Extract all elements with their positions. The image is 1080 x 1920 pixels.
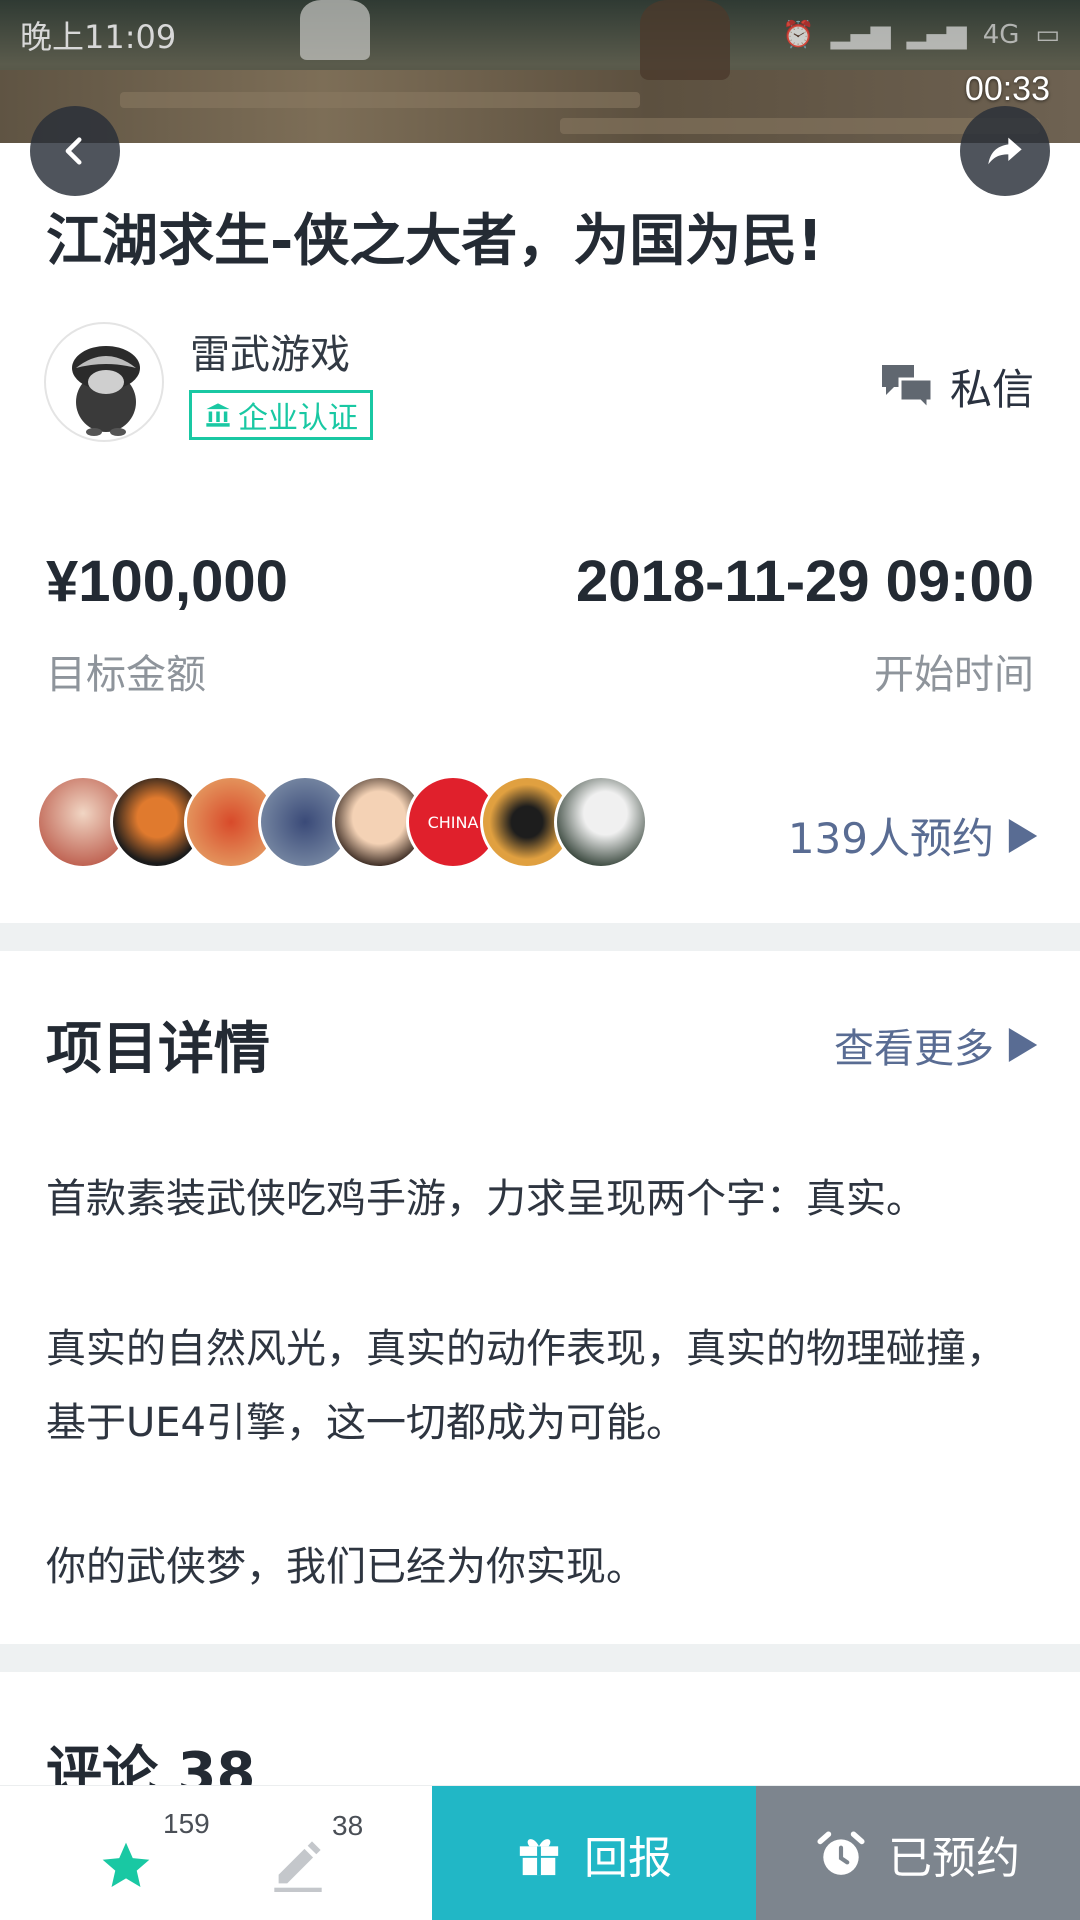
- alarm-status-icon: ⏰: [782, 20, 815, 50]
- signal-icon: ▂▄▆: [830, 20, 891, 50]
- network-type: 4G: [982, 20, 1020, 50]
- reservation-count: 139人预约: [787, 814, 994, 863]
- play-triangle-icon: [1008, 818, 1038, 853]
- reward-button[interactable]: 回报: [432, 1786, 756, 1920]
- alarm-clock-icon: [817, 1831, 865, 1875]
- author-avatar[interactable]: [44, 322, 164, 442]
- message-icon: [881, 364, 934, 411]
- bottom-icon-group: 159 38: [0, 1786, 432, 1920]
- favorite-count: 159: [163, 1808, 210, 1839]
- section-divider: [0, 1644, 1080, 1672]
- battery-icon: ▭: [1035, 20, 1060, 50]
- back-icon: [65, 137, 82, 165]
- verified-label: 企业认证: [238, 401, 358, 436]
- bottom-action-bar: 159 38 回报 已预约: [0, 1785, 1080, 1920]
- see-more-link[interactable]: 查看更多: [834, 1016, 1038, 1074]
- details-paragraph: 你的武侠梦，我们已经为你实现。: [46, 1544, 646, 1590]
- target-amount-label: 目标金额: [46, 652, 206, 698]
- share-button[interactable]: [960, 106, 1050, 196]
- back-button[interactable]: [30, 106, 120, 196]
- share-icon: [988, 137, 1022, 165]
- see-more-label: 查看更多: [834, 1026, 994, 1072]
- bank-icon: [206, 403, 230, 427]
- reward-label: 回报: [584, 1832, 672, 1884]
- comment-count: 38: [332, 1810, 364, 1841]
- play-triangle-icon: [1008, 1028, 1038, 1062]
- star-icon: [102, 1842, 150, 1887]
- project-title: 江湖求生-侠之大者，为国为民!: [46, 209, 823, 274]
- author-name[interactable]: 雷武游戏: [190, 322, 350, 380]
- video-scene-plank: [120, 92, 640, 108]
- write-comment-button[interactable]: 38: [220, 1786, 380, 1920]
- details-paragraph: 首款素装武侠吃鸡手游，力求呈现两个字：真实。: [46, 1176, 926, 1222]
- pencil-icon: [274, 1841, 322, 1892]
- section-divider: [0, 923, 1080, 951]
- details-title: 项目详情: [46, 1017, 270, 1082]
- status-icons: ⏰ ▂▄▆ ▂▄▆ 4G ▭: [782, 20, 1060, 50]
- private-message-label: 私信: [949, 365, 1034, 414]
- supporter-avatars[interactable]: CHINA: [36, 775, 648, 871]
- reserved-label: 已预约: [888, 1832, 1020, 1884]
- gift-icon: [519, 1838, 559, 1875]
- favorite-button[interactable]: 159: [45, 1786, 210, 1920]
- start-time: 2018-11-29 09:00: [576, 549, 1034, 614]
- status-bar: 晚上11:09 ⏰ ▂▄▆ ▂▄▆ 4G ▭: [0, 0, 1080, 70]
- signal-icon: ▂▄▆: [906, 20, 967, 50]
- enterprise-verified-badge: 企业认证: [189, 390, 373, 440]
- author-mascot-image: [72, 346, 140, 436]
- avatar-badge-text: CHINA: [427, 812, 479, 832]
- avatar: [554, 775, 648, 869]
- status-time: 晚上11:09: [20, 18, 177, 56]
- details-paragraph: 真实的自然风光，真实的动作表现，真实的物理碰撞，基于UE4引擎，这一切都成为可能…: [46, 1326, 1006, 1446]
- private-message-button[interactable]: 私信: [880, 356, 1034, 417]
- reserved-button[interactable]: 已预约: [756, 1786, 1080, 1920]
- reservation-count-link[interactable]: 139人预约: [788, 805, 1038, 866]
- video-player[interactable]: 晚上11:09 ⏰ ▂▄▆ ▂▄▆ 4G ▭ 00:33: [0, 0, 1080, 143]
- video-timestamp: 00:33: [964, 70, 1050, 108]
- target-amount: ¥100,000: [46, 549, 288, 614]
- start-time-label: 开始时间: [874, 652, 1034, 698]
